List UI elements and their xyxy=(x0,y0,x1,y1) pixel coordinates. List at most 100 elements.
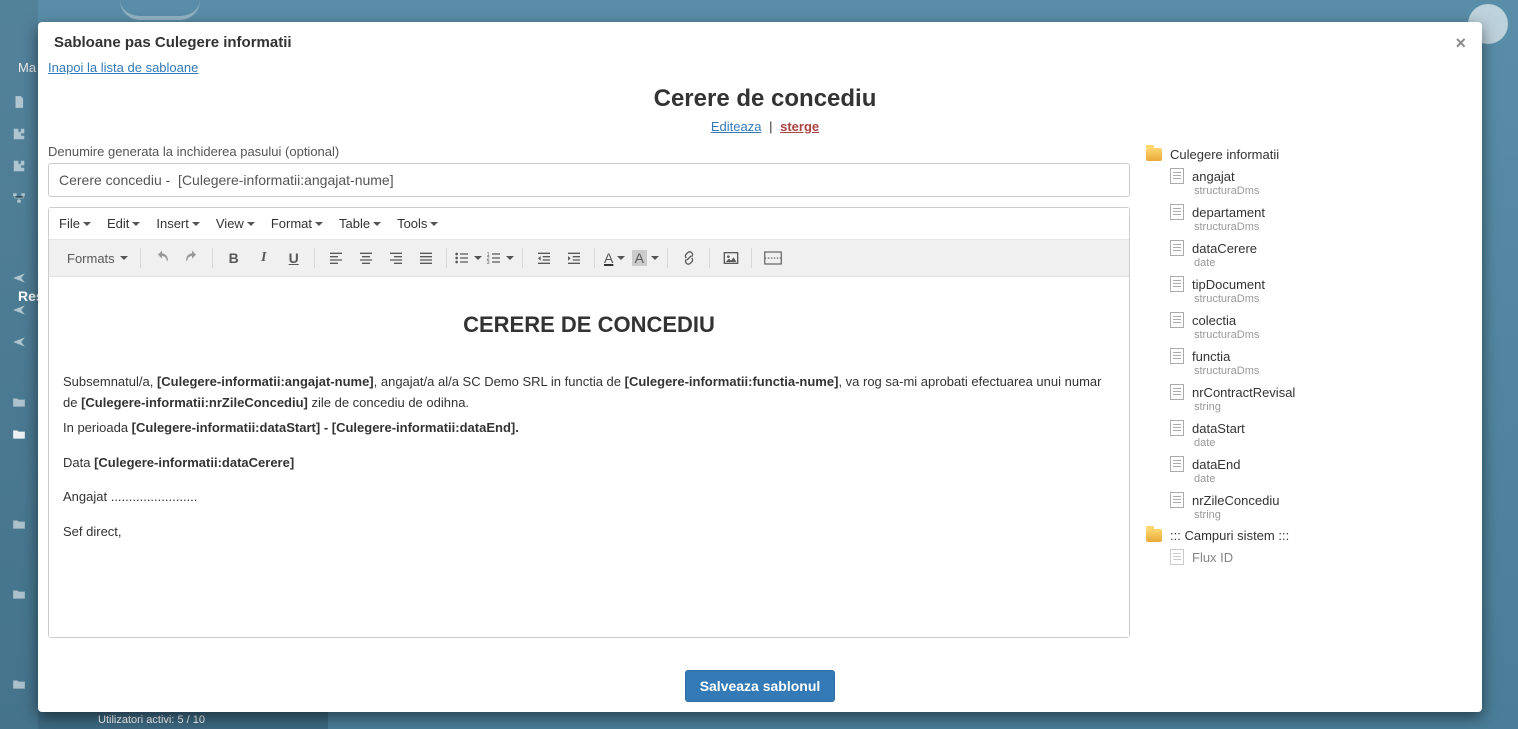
tree-label: colectia xyxy=(1192,313,1236,328)
align-right-icon[interactable] xyxy=(382,244,410,272)
chevron-down-icon xyxy=(373,222,381,226)
chevron-down-icon xyxy=(430,222,438,226)
folder-icon[interactable] xyxy=(10,517,28,531)
image-icon[interactable] xyxy=(717,244,745,272)
tree-label: angajat xyxy=(1192,169,1235,184)
bullet-list-icon[interactable] xyxy=(454,244,484,272)
underline-icon[interactable]: U xyxy=(280,244,308,272)
redo-icon[interactable] xyxy=(178,244,206,272)
tree-label: departament xyxy=(1192,205,1265,220)
bold-icon[interactable]: B xyxy=(220,244,248,272)
numbered-list-icon[interactable]: 123 xyxy=(486,244,516,272)
tree-field[interactable]: colectia xyxy=(1146,309,1478,331)
tree-field-type: date xyxy=(1146,257,1478,269)
logo-swirl xyxy=(120,0,200,20)
share-icon[interactable] xyxy=(10,303,28,317)
name-field-input[interactable] xyxy=(48,163,1130,197)
tree-field[interactable]: nrZileConcediu xyxy=(1146,489,1478,511)
content-row: Denumire generata la inchiderea pasului … xyxy=(48,144,1482,660)
chevron-down-icon xyxy=(474,256,482,260)
menu-file[interactable]: File xyxy=(55,212,95,235)
menu-insert[interactable]: Insert xyxy=(152,212,204,235)
left-rail xyxy=(0,0,38,729)
edit-link[interactable]: Editeaza xyxy=(711,119,762,134)
tree-folder[interactable]: Culegere informatii xyxy=(1146,144,1478,165)
svg-text:3: 3 xyxy=(486,260,489,266)
modal-title: Sabloane pas Culegere informatii xyxy=(54,34,292,51)
folder-icon[interactable] xyxy=(10,677,28,691)
doc-paragraph: Angajat ........................ xyxy=(63,487,1115,508)
document-icon[interactable] xyxy=(10,95,28,109)
tree-label: nrZileConcediu xyxy=(1192,493,1279,508)
tree-field[interactable]: dataCerere xyxy=(1146,237,1478,259)
italic-icon[interactable]: I xyxy=(250,244,278,272)
file-icon xyxy=(1170,204,1184,220)
doc-paragraph: Subsemnatul/a, [Culegere-informatii:anga… xyxy=(63,372,1115,414)
puzzle-icon[interactable] xyxy=(10,159,28,173)
tree-field[interactable]: dataEnd xyxy=(1146,453,1478,475)
undo-icon[interactable] xyxy=(148,244,176,272)
file-icon xyxy=(1170,276,1184,292)
back-link[interactable]: Inapoi la lista de sabloane xyxy=(48,60,1482,85)
editor-menubar: File Edit Insert View Format Table Tools xyxy=(49,208,1129,240)
modal-footer: Salveaza sablonul xyxy=(38,660,1482,712)
tree-field[interactable]: dataStart xyxy=(1146,417,1478,439)
status-bar: Utilizatori activi: 5 / 10 xyxy=(38,711,328,729)
align-justify-icon[interactable] xyxy=(412,244,440,272)
chevron-down-icon xyxy=(315,222,323,226)
share-icon[interactable] xyxy=(10,335,28,349)
placeholder: [Culegere-informatii:dataCerere] xyxy=(94,455,294,470)
tree-field[interactable]: departament xyxy=(1146,201,1478,223)
menu-view[interactable]: View xyxy=(212,212,259,235)
name-field-label: Denumire generata la inchiderea pasului … xyxy=(48,144,1130,159)
close-icon[interactable]: × xyxy=(1455,34,1466,52)
tree-field-type: structuraDms xyxy=(1146,365,1478,377)
bg-color-icon[interactable]: A xyxy=(632,244,661,272)
folder-icon[interactable] xyxy=(10,395,28,409)
doc-heading: CERERE DE CONCEDIU xyxy=(63,307,1115,342)
file-icon xyxy=(1170,312,1184,328)
chevron-down-icon xyxy=(83,222,91,226)
tree-field-type: structuraDms xyxy=(1146,185,1478,197)
template-title: Cerere de concediu xyxy=(48,85,1482,113)
link-icon[interactable] xyxy=(675,244,703,272)
tree-label: nrContractRevisal xyxy=(1192,385,1295,400)
folder-icon[interactable] xyxy=(10,427,28,441)
save-button[interactable]: Salveaza sablonul xyxy=(685,670,836,702)
menu-tools[interactable]: Tools xyxy=(393,212,442,235)
tree-field-type: structuraDms xyxy=(1146,221,1478,233)
outdent-icon[interactable] xyxy=(530,244,558,272)
delete-link[interactable]: sterge xyxy=(780,119,819,134)
align-center-icon[interactable] xyxy=(352,244,380,272)
tree-field-type: string xyxy=(1146,401,1478,413)
tree-field[interactable]: functia xyxy=(1146,345,1478,367)
share-icon[interactable] xyxy=(10,271,28,285)
folder-icon[interactable] xyxy=(10,587,28,601)
tree-field[interactable]: nrContractRevisal xyxy=(1146,381,1478,403)
tree-field[interactable]: angajat xyxy=(1146,165,1478,187)
formats-dropdown[interactable]: Formats xyxy=(61,244,134,272)
menu-table[interactable]: Table xyxy=(335,212,385,235)
tree-label: dataCerere xyxy=(1192,241,1257,256)
file-icon xyxy=(1170,384,1184,400)
text-color-icon[interactable]: A xyxy=(602,244,630,272)
chevron-down-icon xyxy=(132,222,140,226)
indent-icon[interactable] xyxy=(560,244,588,272)
menu-edit[interactable]: Edit xyxy=(103,212,144,235)
puzzle-icon[interactable] xyxy=(10,127,28,141)
tree-label: functia xyxy=(1192,349,1230,364)
file-icon xyxy=(1170,420,1184,436)
tree-label: dataEnd xyxy=(1192,457,1240,472)
tree-label: Flux ID xyxy=(1192,550,1233,565)
chevron-down-icon xyxy=(120,256,128,260)
align-left-icon[interactable] xyxy=(322,244,350,272)
tree-folder[interactable]: ::: Campuri sistem ::: xyxy=(1146,525,1478,546)
tree-field[interactable]: tipDocument xyxy=(1146,273,1478,295)
chevron-down-icon xyxy=(617,256,625,260)
page-break-icon[interactable] xyxy=(759,244,787,272)
tree-field[interactable]: Flux ID xyxy=(1146,546,1478,568)
menu-format[interactable]: Format xyxy=(267,212,327,235)
separator: | xyxy=(769,119,772,134)
editor-canvas[interactable]: CERERE DE CONCEDIU Subsemnatul/a, [Culeg… xyxy=(49,277,1129,637)
org-icon[interactable] xyxy=(10,191,28,205)
